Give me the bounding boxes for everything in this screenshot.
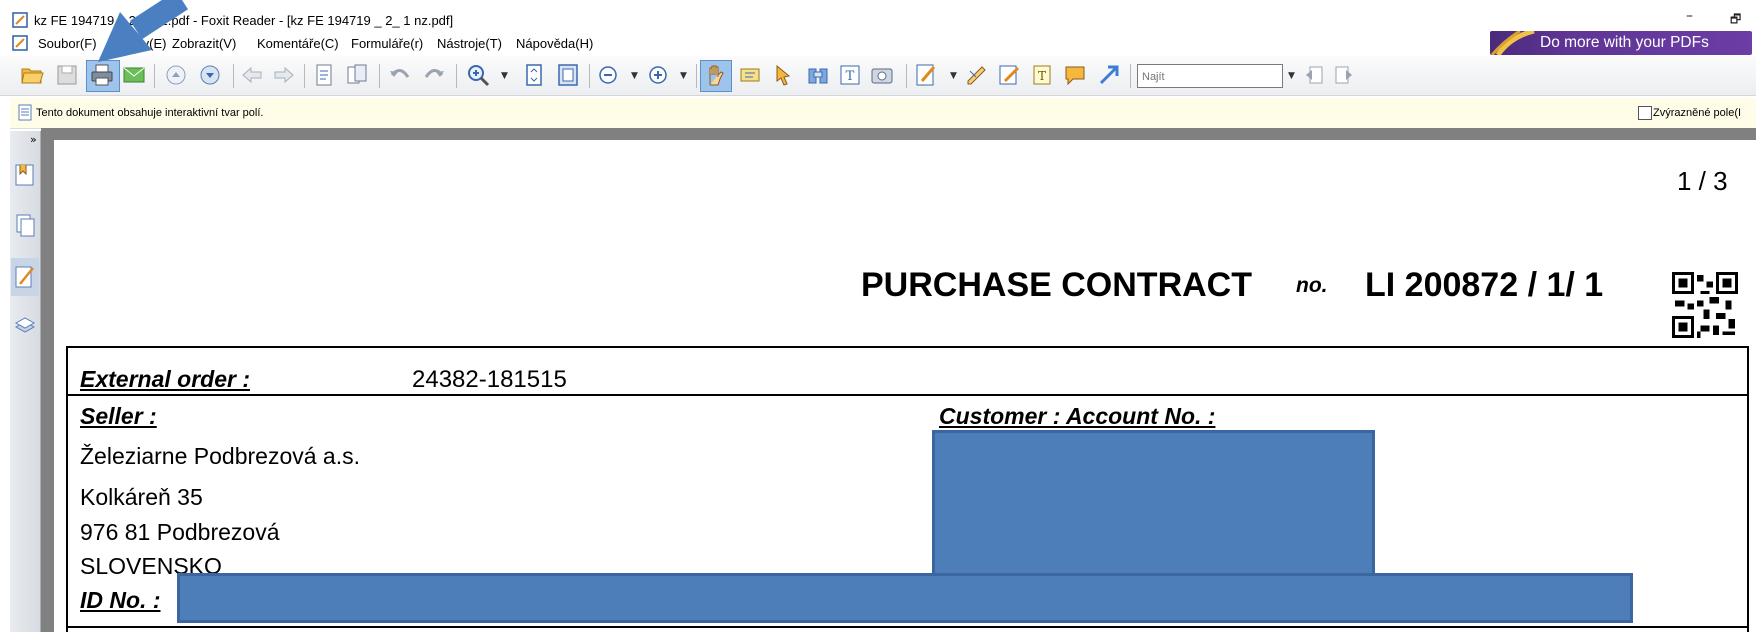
edit-dropdown-arrow[interactable]: ▼ bbox=[950, 71, 957, 81]
seller-city: 976 81 Podbrezová bbox=[80, 519, 280, 545]
table-left-border bbox=[66, 346, 68, 632]
forward-icon[interactable] bbox=[272, 63, 296, 87]
minimize-button[interactable]: – bbox=[1686, 8, 1693, 24]
extract-icon[interactable] bbox=[312, 63, 336, 87]
snapshot-icon[interactable] bbox=[806, 63, 830, 87]
navigation-sidebar bbox=[10, 131, 41, 632]
camera-icon[interactable] bbox=[870, 63, 894, 87]
expand-panel-icon[interactable]: » bbox=[30, 133, 37, 146]
find-prev-icon[interactable] bbox=[1302, 63, 1326, 87]
seller-name: Železiarne Podbrezová a.s. bbox=[80, 443, 360, 469]
note-icon[interactable] bbox=[997, 63, 1021, 87]
toolbar-separator bbox=[379, 64, 380, 88]
toolbar-separator bbox=[1130, 64, 1131, 88]
layers-icon[interactable] bbox=[14, 313, 36, 339]
menu-help[interactable]: Nápověda(H) bbox=[516, 36, 593, 51]
seller-street: Kolkáreň 35 bbox=[80, 484, 203, 510]
select-text-icon[interactable] bbox=[738, 63, 762, 87]
arrow-tool-icon[interactable] bbox=[1097, 63, 1121, 87]
find-next-icon[interactable] bbox=[1332, 63, 1356, 87]
document-menu-icon[interactable] bbox=[12, 35, 28, 51]
select-icon[interactable] bbox=[772, 63, 796, 87]
toolbar-separator bbox=[589, 64, 590, 88]
menu-forms[interactable]: Formuláře(r) bbox=[351, 36, 423, 51]
menu-tools[interactable]: Nástroje(T) bbox=[437, 36, 502, 51]
zoom-in-icon[interactable] bbox=[466, 63, 490, 87]
pdf-page bbox=[54, 140, 1756, 632]
id-number-label: ID No. : bbox=[80, 587, 161, 613]
table-right-border bbox=[1747, 346, 1749, 632]
zoom-out-dropdown-arrow[interactable]: ▼ bbox=[631, 71, 638, 81]
title-bar: kz FE 194719 _ 2_1 nz.pdf - Foxit Reader… bbox=[0, 0, 1756, 31]
highlight-fields-label[interactable]: Zvýrazněné pole(I bbox=[1653, 107, 1741, 119]
textbox-icon[interactable]: T bbox=[1030, 63, 1054, 87]
redo-icon[interactable] bbox=[422, 63, 446, 87]
page-counter: 1 / 3 bbox=[1677, 166, 1728, 196]
restore-button[interactable]: 🗗 bbox=[1730, 10, 1741, 31]
toolbar-separator bbox=[304, 64, 305, 88]
zoom-plus-icon[interactable] bbox=[646, 63, 670, 87]
promo-label: Do more with your PDFs bbox=[1540, 34, 1709, 51]
menu-comments[interactable]: Komentáře(C) bbox=[257, 36, 339, 51]
toolbar-separator bbox=[906, 64, 907, 88]
svg-text:T: T bbox=[1038, 69, 1046, 83]
zoom-dropdown-arrow[interactable]: ▼ bbox=[501, 71, 508, 81]
promo-swoosh-icon bbox=[1490, 31, 1535, 55]
app-icon bbox=[12, 12, 28, 28]
form-info-message: Tento dokument obsahuje interaktivní tva… bbox=[36, 107, 264, 119]
external-order-value: 24382-181515 bbox=[412, 366, 567, 393]
svg-text:T: T bbox=[846, 69, 855, 84]
seller-label: Seller : bbox=[80, 403, 157, 429]
open-icon[interactable] bbox=[20, 63, 44, 87]
pages-icon[interactable] bbox=[14, 213, 36, 239]
id-redaction-box bbox=[177, 573, 1633, 623]
typewriter-icon[interactable]: T bbox=[838, 63, 862, 87]
hand-tool-icon[interactable] bbox=[704, 63, 728, 87]
save-icon[interactable] bbox=[55, 63, 79, 87]
customer-redaction-box bbox=[932, 430, 1375, 584]
table-row-divider bbox=[66, 626, 1749, 628]
find-input[interactable] bbox=[1138, 67, 1282, 87]
document-icon bbox=[18, 104, 32, 121]
customer-account-label: Customer : Account No. : bbox=[939, 403, 1216, 429]
insert-icon[interactable] bbox=[345, 63, 369, 87]
promo-banner[interactable]: Do more with your PDFs bbox=[1490, 31, 1752, 55]
toolbar-separator bbox=[456, 64, 457, 88]
toolbar-separator bbox=[696, 64, 697, 88]
back-icon[interactable] bbox=[240, 63, 264, 87]
table-top-border bbox=[66, 346, 1749, 348]
undo-icon[interactable] bbox=[388, 63, 412, 87]
external-order-label: External order : bbox=[80, 366, 250, 392]
annotation-arrow-icon bbox=[98, 0, 189, 62]
heading-no-label: no. bbox=[1296, 274, 1328, 297]
form-info-bar: Tento dokument obsahuje interaktivní tva… bbox=[10, 98, 1756, 129]
comment-icon[interactable] bbox=[1063, 63, 1087, 87]
qr-code-icon bbox=[1672, 272, 1738, 338]
zoom-out-icon[interactable] bbox=[596, 63, 620, 87]
find-options-dropdown[interactable]: ▼ bbox=[1288, 71, 1295, 81]
fit-page-icon[interactable] bbox=[522, 63, 546, 87]
contract-number: LI 200872 / 1/ 1 bbox=[1365, 266, 1604, 304]
edit-icon[interactable] bbox=[914, 63, 938, 87]
table-row-divider bbox=[66, 394, 1749, 396]
stamp-icon[interactable] bbox=[964, 63, 988, 87]
find-box[interactable] bbox=[1137, 64, 1283, 88]
annotations-icon[interactable] bbox=[14, 264, 36, 290]
fit-width-icon[interactable] bbox=[556, 63, 580, 87]
document-heading: PURCHASE CONTRACT bbox=[861, 266, 1252, 304]
menu-file[interactable]: Soubor(F) bbox=[38, 36, 97, 51]
highlight-fields-checkbox[interactable] bbox=[1638, 106, 1652, 120]
toolbar-separator bbox=[233, 64, 234, 88]
zoom-plus-dropdown-arrow[interactable]: ▼ bbox=[680, 71, 687, 81]
bookmarks-icon[interactable] bbox=[14, 162, 36, 188]
